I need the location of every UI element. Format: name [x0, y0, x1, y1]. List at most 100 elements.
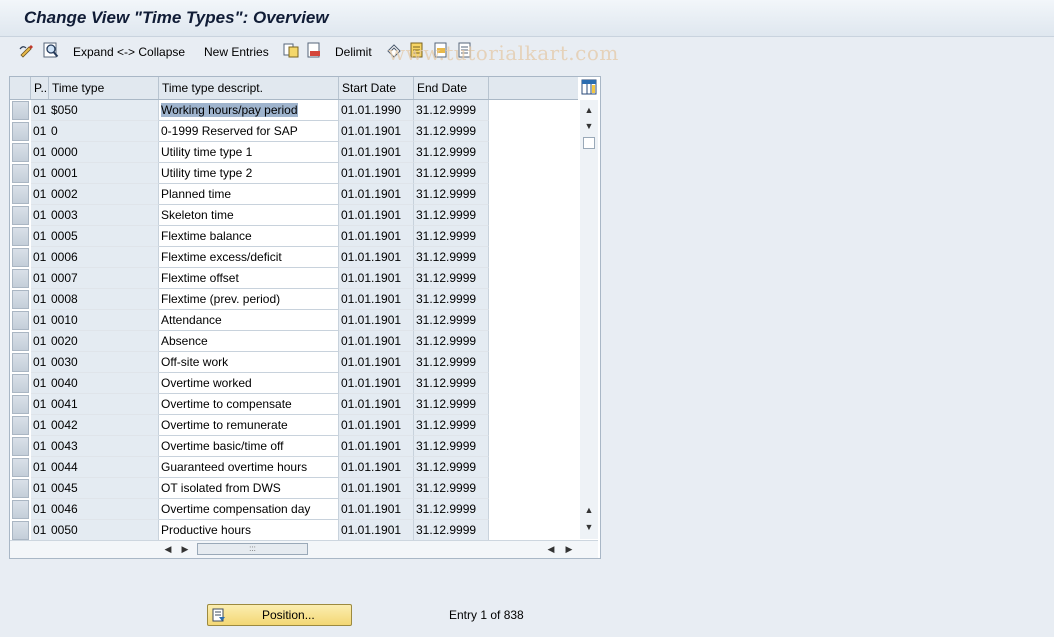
cell-start-date: 01.01.1901	[339, 520, 414, 541]
cell-end-date: 31.12.9999	[414, 142, 489, 163]
copy-as-icon[interactable]	[283, 42, 299, 58]
table-row[interactable]: 01 0046 Overtime compensation day 01.01.190…	[10, 499, 588, 520]
cell-description[interactable]: OT isolated from DWS	[159, 478, 339, 499]
cell-start-date: 01.01.1901	[339, 247, 414, 268]
table-row[interactable]: 01 $050 Working hours/pay period 01.01.1990…	[10, 100, 588, 121]
table-row[interactable]: 01 0005 Flextime balance 01.01.1901 31.12.99…	[10, 226, 588, 247]
find-icon[interactable]	[43, 42, 59, 58]
cell-description[interactable]: Skeleton time	[159, 205, 339, 226]
table-row[interactable]: 01 0050 Productive hours 01.01.1901 31.12.99…	[10, 520, 588, 541]
cell-description[interactable]: Planned time	[159, 184, 339, 205]
row-selector[interactable]	[12, 395, 29, 414]
cell-start-date: 01.01.1901	[339, 163, 414, 184]
header-start-date[interactable]: Start Date	[339, 77, 414, 99]
scroll-right-end-icon[interactable]: ▶	[563, 543, 575, 555]
row-selector[interactable]	[12, 332, 29, 351]
table-row[interactable]: 01 0040 Overtime worked 01.01.1901 31.12.999…	[10, 373, 588, 394]
cell-description[interactable]: Flextime balance	[159, 226, 339, 247]
table-row[interactable]: 01 0043 Overtime basic/time off 01.01.1901 3…	[10, 436, 588, 457]
position-button[interactable]: Position...	[207, 604, 352, 626]
row-selector[interactable]	[12, 101, 29, 120]
table-row[interactable]: 01 0020 Absence 01.01.1901 31.12.9999	[10, 331, 588, 352]
scroll-left-icon[interactable]: ◀	[162, 543, 174, 555]
row-selector[interactable]	[12, 353, 29, 372]
row-selector[interactable]	[12, 374, 29, 393]
row-selector[interactable]	[12, 185, 29, 204]
horizontal-scroll-thumb[interactable]: :::	[197, 543, 308, 555]
row-selector[interactable]	[12, 122, 29, 141]
cell-description[interactable]: Overtime to remunerate	[159, 415, 339, 436]
table-row[interactable]: 01 0002 Planned time 01.01.1901 31.12.9999	[10, 184, 588, 205]
cell-description[interactable]: Utility time type 2	[159, 163, 339, 184]
row-selector[interactable]	[12, 227, 29, 246]
header-time-type[interactable]: Time type	[49, 77, 159, 99]
cell-description[interactable]: Overtime to compensate	[159, 394, 339, 415]
cell-description[interactable]: 0-1999 Reserved for SAP	[159, 121, 339, 142]
table-row[interactable]: 01 0001 Utility time type 2 01.01.1901 31.12…	[10, 163, 588, 184]
row-selector[interactable]	[12, 311, 29, 330]
scroll-page-up-icon[interactable]: ▲	[581, 502, 597, 518]
cell-description[interactable]: Flextime excess/deficit	[159, 247, 339, 268]
display-change-icon[interactable]	[19, 42, 35, 58]
cell-end-date: 31.12.9999	[414, 289, 489, 310]
row-selector[interactable]	[12, 164, 29, 183]
cell-p: 01	[31, 457, 49, 478]
cell-description[interactable]: Guaranteed overtime hours	[159, 457, 339, 478]
row-selector[interactable]	[12, 416, 29, 435]
row-selector[interactable]	[12, 500, 29, 519]
horizontal-scrollbar[interactable]: ◀ ▶ ::: ◀ ▶	[10, 540, 598, 558]
cell-description[interactable]: Attendance	[159, 310, 339, 331]
cell-description[interactable]: Overtime compensation day	[159, 499, 339, 520]
application-toolbar: Expand <-> Collapse New Entries Delimit …	[0, 37, 1054, 67]
vertical-scrollbar[interactable]: ▲ ▼ ▲ ▼	[580, 100, 598, 539]
new-entries-button[interactable]: New Entries	[204, 44, 269, 60]
row-selector[interactable]	[12, 521, 29, 540]
table-row[interactable]: 01 0042 Overtime to remunerate 01.01.1901 31…	[10, 415, 588, 436]
cell-description[interactable]: Flextime (prev. period)	[159, 289, 339, 310]
cell-description[interactable]: Utility time type 1	[159, 142, 339, 163]
delimit-button[interactable]: Delimit	[335, 44, 372, 60]
cell-description[interactable]: Flextime offset	[159, 268, 339, 289]
row-selector[interactable]	[12, 206, 29, 225]
cell-time-type: 0041	[49, 394, 159, 415]
cell-description[interactable]: Overtime worked	[159, 373, 339, 394]
row-selector[interactable]	[12, 269, 29, 288]
cell-start-date: 01.01.1901	[339, 352, 414, 373]
table-row[interactable]: 01 0008 Flextime (prev. period) 01.01.1901 3…	[10, 289, 588, 310]
scroll-left-end-icon[interactable]: ◀	[545, 543, 557, 555]
delete-icon[interactable]	[306, 42, 322, 58]
header-description[interactable]: Time type descript.	[159, 77, 339, 99]
cell-description[interactable]: Overtime basic/time off	[159, 436, 339, 457]
cell-description[interactable]: Absence	[159, 331, 339, 352]
table-row[interactable]: 01 0000 Utility time type 1 01.01.1901 31.12…	[10, 142, 588, 163]
header-end-date[interactable]: End Date	[414, 77, 489, 99]
scroll-thumb[interactable]	[583, 137, 595, 149]
row-selector[interactable]	[12, 248, 29, 267]
scroll-down-icon[interactable]: ▼	[581, 519, 597, 535]
table-row[interactable]: 01 0044 Guaranteed overtime hours 01.01.190…	[10, 457, 588, 478]
header-select-all[interactable]	[10, 77, 31, 99]
table-row[interactable]: 01 0045 OT isolated from DWS 01.01.1901 31.1…	[10, 478, 588, 499]
scroll-up-icon[interactable]: ▲	[581, 102, 597, 118]
row-selector[interactable]	[12, 458, 29, 477]
row-selector[interactable]	[12, 290, 29, 309]
scroll-page-down-icon[interactable]: ▼	[581, 118, 597, 134]
table-row[interactable]: 01 0003 Skeleton time 01.01.1901 31.12.9999	[10, 205, 588, 226]
table-row[interactable]: 01 0 0-1999 Reserved for SAP 01.01.1901 31.1…	[10, 121, 588, 142]
table-row[interactable]: 01 0010 Attendance 01.01.1901 31.12.9999	[10, 310, 588, 331]
table-row[interactable]: 01 0007 Flextime offset 01.01.1901 31.12.999…	[10, 268, 588, 289]
row-selector[interactable]	[12, 479, 29, 498]
cell-description[interactable]: Working hours/pay period	[159, 100, 339, 121]
table-row[interactable]: 01 0006 Flextime excess/deficit 01.01.1901 3…	[10, 247, 588, 268]
cell-description[interactable]: Off-site work	[159, 352, 339, 373]
scroll-right-icon[interactable]: ▶	[179, 543, 191, 555]
row-selector[interactable]	[12, 143, 29, 162]
table-row[interactable]: 01 0030 Off-site work 01.01.1901 31.12.9999	[10, 352, 588, 373]
cell-end-date: 31.12.9999	[414, 478, 489, 499]
header-p[interactable]: P..	[31, 77, 49, 99]
expand-collapse-button[interactable]: Expand <-> Collapse	[73, 44, 185, 60]
column-settings-icon[interactable]	[581, 79, 597, 95]
cell-description[interactable]: Productive hours	[159, 520, 339, 541]
row-selector[interactable]	[12, 437, 29, 456]
table-row[interactable]: 01 0041 Overtime to compensate 01.01.1901 31…	[10, 394, 588, 415]
